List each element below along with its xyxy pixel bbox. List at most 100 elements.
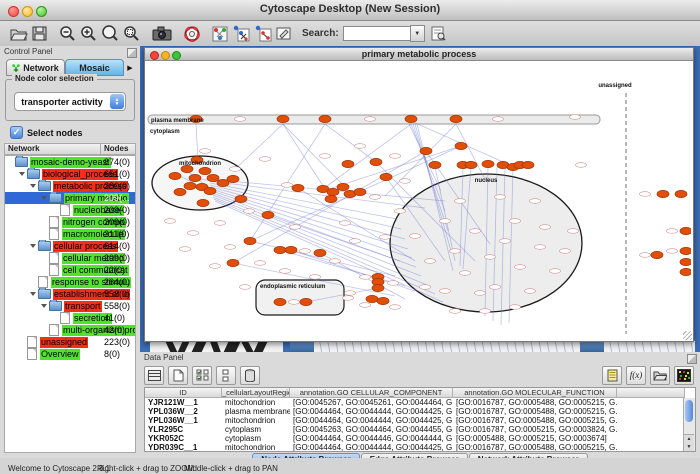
window-titlebar[interactable]: Cytoscape Desktop (New Session) xyxy=(0,0,700,21)
network-node[interactable] xyxy=(262,211,274,218)
table-cell[interactable]: mitochondrion xyxy=(222,398,290,407)
table-cell[interactable] xyxy=(617,425,685,434)
save-session-button[interactable] xyxy=(32,24,47,44)
clipboard-notes-icon[interactable] xyxy=(602,366,622,385)
table-cell[interactable]: YPL036W__1 xyxy=(145,416,222,425)
table-cell[interactable]: YLR295C xyxy=(145,425,222,434)
network-node[interactable] xyxy=(651,251,663,258)
table-cell[interactable] xyxy=(617,416,685,425)
open-session-button[interactable] xyxy=(10,24,28,44)
tree-column-network[interactable]: Network xyxy=(4,143,100,155)
network-node[interactable] xyxy=(372,284,384,291)
new-attribute-icon[interactable] xyxy=(168,366,188,385)
table-row-YJR121W__1[interactable]: YJR121W__1mitochondrion[GO:0045267, GO:0… xyxy=(145,398,695,407)
tree-row-nucleobase-[interactable]: nucleobase-209(0) xyxy=(5,204,135,216)
attribute-select-icon[interactable] xyxy=(144,366,164,385)
network-node[interactable] xyxy=(405,115,417,122)
table-header-_cellularLayoutRegion[interactable]: _cellularLayoutRegion xyxy=(222,388,290,398)
table-cell[interactable]: YJR121W__1 xyxy=(145,398,222,407)
network-node[interactable] xyxy=(680,247,691,254)
search-filter-icon[interactable] xyxy=(431,24,446,44)
table-cell[interactable]: mitochondrion xyxy=(222,443,290,452)
search-input[interactable] xyxy=(343,26,410,41)
tree-row-response-to-stimulu[interactable]: response to stimulu264(0) xyxy=(5,276,135,288)
table-cell[interactable] xyxy=(617,398,685,407)
network-node[interactable] xyxy=(465,161,477,168)
tree-row-primary-metabo[interactable]: primary metabo209(... xyxy=(5,192,135,204)
network-node[interactable] xyxy=(277,115,289,122)
float-panel-icon[interactable] xyxy=(127,48,137,58)
network-node[interactable] xyxy=(314,249,326,256)
network-node[interactable] xyxy=(227,175,239,182)
window-resize-grip[interactable] xyxy=(683,331,692,340)
delete-attribute-trash-icon[interactable] xyxy=(240,366,260,385)
network-node[interactable] xyxy=(342,160,354,167)
table-header-annotation.GO MOLECULAR_FUNCTION[interactable]: annotation.GO MOLECULAR_FUNCTION xyxy=(453,388,617,398)
tree-row-cell-communicat[interactable]: cell communicat22(0) xyxy=(5,264,135,276)
table-cell[interactable]: [GO:0044464, GO:0044444, GO:0044425, G..… xyxy=(290,443,453,452)
formula-builder-icon[interactable]: f(x) xyxy=(626,366,646,385)
network-node[interactable] xyxy=(325,195,337,202)
table-cell[interactable]: [GO:0016787, GO:0005488, GO:0005215, G..… xyxy=(453,398,617,407)
network-node[interactable] xyxy=(184,182,196,189)
network-node[interactable] xyxy=(235,195,247,202)
network-node[interactable] xyxy=(354,188,366,195)
tab-overflow-arrow[interactable]: ▶ xyxy=(124,59,136,76)
table-cell[interactable]: [GO:0044464, GO:0044444, GO:0044425, G..… xyxy=(290,407,453,416)
network-node[interactable] xyxy=(429,161,441,168)
table-cell[interactable]: cytoplasm xyxy=(222,425,290,434)
table-cell[interactable]: YDR039C__1 xyxy=(145,443,222,452)
table-cell[interactable]: plasma membrane xyxy=(222,407,290,416)
network-node[interactable] xyxy=(174,188,186,195)
network-node[interactable] xyxy=(377,297,389,304)
network-node[interactable] xyxy=(420,147,432,154)
tree-row-biological-process[interactable]: biological_process651(0) xyxy=(5,168,135,180)
network-node[interactable] xyxy=(522,161,534,168)
network-node[interactable] xyxy=(189,174,201,181)
zoom-in-icon[interactable] xyxy=(80,24,97,44)
tree-row-transport[interactable]: transport558(0) xyxy=(5,300,135,312)
scrollbar-thumb[interactable] xyxy=(685,400,693,422)
node-color-dropdown[interactable]: transporter activity ▲▼ xyxy=(14,92,126,111)
network-node[interactable] xyxy=(680,227,691,234)
table-header-ID[interactable]: ID xyxy=(145,388,222,398)
tree-expand-icon[interactable] xyxy=(30,292,36,296)
tree-row-secretion[interactable]: secretion41(0) xyxy=(5,312,135,324)
network-node[interactable] xyxy=(319,115,331,122)
tree-column-nodes[interactable]: Nodes xyxy=(100,143,136,155)
tree-expand-icon[interactable] xyxy=(41,196,47,200)
network-node[interactable] xyxy=(244,237,256,244)
import-attributes-folder-icon[interactable] xyxy=(650,366,670,385)
table-cell[interactable]: [GO:0016787, GO:0005488, GO:0005215, G..… xyxy=(453,407,617,416)
tree-expand-icon[interactable] xyxy=(41,304,47,308)
network-node[interactable] xyxy=(169,172,181,179)
network-window-titlebar[interactable]: primary metabolic process xyxy=(145,48,693,61)
network-node[interactable] xyxy=(197,199,209,206)
table-cell[interactable]: [GO:0045263, GO:0044464, GO:0044455, G..… xyxy=(290,425,453,434)
network-node[interactable] xyxy=(327,188,339,195)
zoom-fit-icon[interactable] xyxy=(101,24,119,44)
tree-row-nitrogen-compo[interactable]: nitrogen compo209(0) xyxy=(5,216,135,228)
network-node[interactable] xyxy=(370,158,382,165)
network-canvas[interactable]: plasma membranecytoplasmmitochondrionnuc… xyxy=(145,61,691,340)
table-cell[interactable]: YKR052C xyxy=(145,434,222,443)
zoom-selected-icon[interactable] xyxy=(123,24,140,44)
select-attributes-icon[interactable] xyxy=(192,366,212,385)
table-cell[interactable]: [GO:0045267, GO:0045261, GO:0044464, G..… xyxy=(290,398,453,407)
network-node[interactable] xyxy=(300,298,312,305)
tree-expand-icon[interactable] xyxy=(19,172,25,176)
tree-row-cellular-metabo[interactable]: cellular metabo209(0) xyxy=(5,252,135,264)
network-node[interactable] xyxy=(274,298,286,305)
network-node[interactable] xyxy=(455,142,467,149)
table-cell[interactable]: [GO:0016787, GO:0005215, GO:0003824, G..… xyxy=(453,425,617,434)
help-lifering-icon[interactable] xyxy=(184,24,200,44)
network-node[interactable] xyxy=(285,246,297,253)
network-node[interactable] xyxy=(204,187,216,194)
network-node[interactable] xyxy=(274,246,286,253)
table-row-YDR039C__1[interactable]: YDR039C__1mitochondrion[GO:0044464, GO:0… xyxy=(145,443,695,452)
scrollbar-arrows[interactable]: ▲▼ xyxy=(684,434,694,451)
table-cell[interactable] xyxy=(617,443,685,452)
network-node[interactable] xyxy=(675,190,687,197)
network-node[interactable] xyxy=(482,160,494,167)
network-node[interactable] xyxy=(380,173,392,180)
